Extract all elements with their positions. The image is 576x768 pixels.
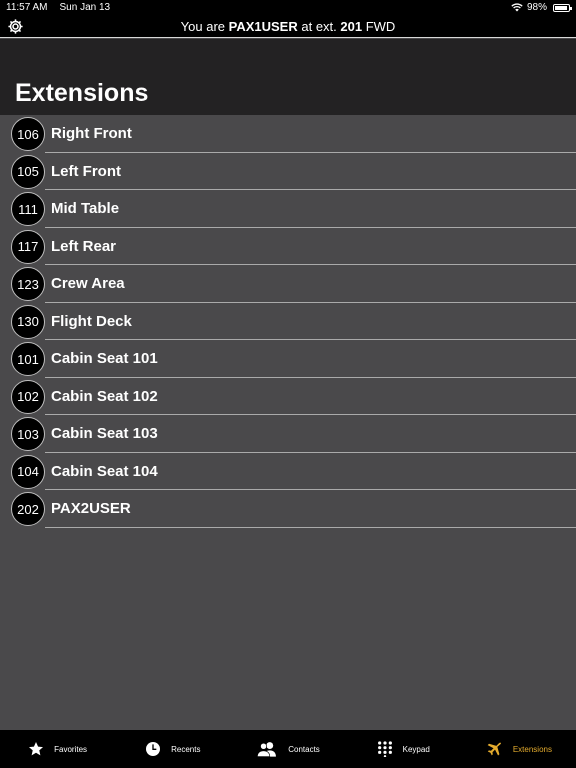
battery-icon	[553, 3, 572, 12]
divider	[45, 526, 576, 528]
extension-name: Cabin Seat 103	[51, 425, 158, 442]
tab-label: Favorites	[54, 744, 88, 754]
extension-number-badge: 104	[11, 454, 45, 489]
list-item[interactable]: 111 Mid Table	[0, 190, 576, 228]
extension-number-badge: 123	[11, 267, 45, 301]
list-item[interactable]: 103 Cabin Seat 103	[0, 415, 576, 453]
extension-number-badge: 102	[11, 379, 45, 414]
extension-name: PAX2USER	[51, 500, 131, 517]
extension-number-badge: 111	[11, 192, 45, 226]
list-item[interactable]: 101 Cabin Seat 101	[0, 340, 576, 378]
keypad-icon	[377, 741, 392, 757]
contacts-icon	[257, 742, 277, 757]
extension-number-badge: 117	[11, 229, 45, 264]
list-item[interactable]: 130 Flight Deck	[0, 303, 576, 340]
list-item[interactable]: 117 Left Rear	[0, 228, 576, 265]
airplane-icon	[487, 742, 501, 756]
extension-number-badge: 101	[11, 342, 45, 376]
battery-percent: 98%	[526, 2, 547, 13]
extension-name: Right Front	[51, 125, 132, 142]
tab-contacts[interactable]: Contacts	[230, 730, 345, 768]
gear-icon[interactable]	[7, 18, 24, 35]
user-status-middle: at ext.	[297, 18, 341, 34]
extension-name: Left Front	[51, 162, 121, 180]
list-item[interactable]: 123 Crew Area	[0, 265, 576, 303]
user-status-prefix: You are	[180, 18, 229, 34]
extension-name: Left Rear	[51, 237, 117, 255]
tab-extensions[interactable]: Extensions	[461, 730, 576, 768]
extension-name: Mid Table	[51, 200, 120, 217]
extension-number-badge: 103	[11, 417, 45, 451]
extension-name: Flight Deck	[51, 312, 132, 330]
tab-label: Keypad	[402, 744, 430, 754]
page-title: Extensions	[15, 79, 149, 107]
tab-recents[interactable]: Recents	[115, 730, 230, 768]
user-status-text: You are PAX1USER at ext. 201 FWD	[181, 19, 396, 34]
tab-label: Contacts	[288, 744, 320, 754]
user-status-suffix: FWD	[362, 18, 396, 34]
tab-bar: Favorites Recents Contacts Keypad Extens…	[0, 730, 576, 768]
list-item[interactable]: 202 PAX2USER	[0, 490, 576, 528]
tab-label: Recents	[171, 744, 201, 754]
list-item[interactable]: 104 Cabin Seat 104	[0, 453, 576, 490]
status-date: Sun Jan 13	[59, 2, 111, 13]
clock-icon	[146, 742, 161, 756]
extension-number-badge: 130	[11, 304, 45, 339]
extension-name: Crew Area	[51, 275, 125, 292]
extension-name: Cabin Seat 104	[51, 462, 158, 480]
extension-number-badge: 105	[11, 154, 45, 189]
extension-name: Cabin Seat 102	[51, 387, 158, 405]
tab-label: Extensions	[512, 744, 552, 754]
star-icon	[29, 742, 44, 756]
user-name: PAX1USER	[228, 18, 298, 34]
status-right: 98%	[511, 2, 572, 13]
wifi-icon	[511, 3, 523, 12]
status-bar: 11:57 AM Sun Jan 13 98%	[0, 0, 576, 15]
user-extension: 201	[340, 18, 363, 34]
extension-number-badge: 202	[11, 492, 45, 526]
list-item[interactable]: 102 Cabin Seat 102	[0, 378, 576, 415]
tab-keypad[interactable]: Keypad	[346, 730, 461, 768]
list-item[interactable]: 105 Left Front	[0, 153, 576, 190]
top-bar: You are PAX1USER at ext. 201 FWD	[0, 15, 576, 38]
extension-number-badge: 106	[11, 117, 45, 151]
extensions-list: 106 Right Front 105 Left Front 111 Mid T…	[0, 115, 576, 528]
status-time: 11:57 AM	[6, 2, 48, 13]
tab-favorites[interactable]: Favorites	[0, 730, 115, 768]
list-item[interactable]: 106 Right Front	[0, 115, 576, 153]
header-area: Extensions	[0, 39, 576, 115]
extension-name: Cabin Seat 101	[51, 350, 158, 367]
